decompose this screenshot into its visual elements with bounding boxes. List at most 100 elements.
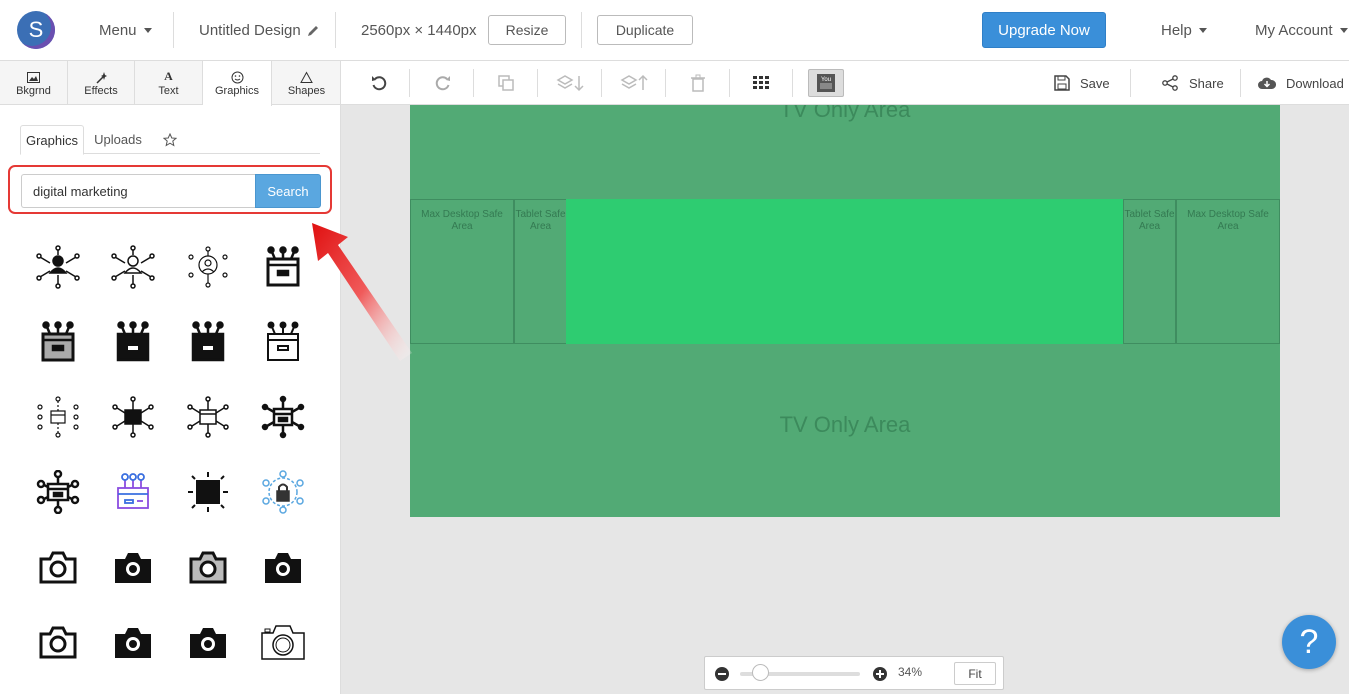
canvas-dimensions: 2560px × 1440px [361, 0, 477, 61]
tv-only-area-bottom-label: TV Only Area [779, 412, 911, 437]
zoom-out-icon[interactable] [715, 667, 729, 681]
resize-button[interactable]: Resize [488, 15, 566, 45]
network-box-circles-icon[interactable] [20, 454, 95, 529]
max-desktop-safe-area-left: Max Desktop Safe Area [410, 199, 514, 344]
search-highlight: Search [8, 165, 332, 214]
tab-effects[interactable]: Effects [68, 61, 135, 105]
app-logo[interactable]: S [17, 11, 55, 49]
safe-area-band: Max Desktop Safe Area Tablet Safe Area T… [410, 199, 1280, 344]
youtube-template-button[interactable]: You [808, 69, 844, 97]
bring-forward-button[interactable] [617, 68, 651, 98]
download-button[interactable]: Download [1258, 61, 1344, 105]
camera-filled-icon[interactable] [95, 529, 170, 604]
save-button[interactable]: Save [1054, 61, 1110, 105]
share-icon [1162, 75, 1178, 91]
camera-outline-icon[interactable] [20, 529, 95, 604]
upgrade-now-button[interactable]: Upgrade Now [982, 12, 1106, 48]
camera-filled-icon[interactable] [245, 529, 320, 604]
help-label: Help [1161, 22, 1192, 39]
divider [409, 69, 410, 97]
tab-bkgrnd[interactable]: Bkgrnd [0, 61, 68, 105]
design-title[interactable]: Untitled Design [199, 0, 320, 61]
divider [581, 12, 582, 48]
subtab-favorites[interactable] [158, 125, 182, 154]
redo-icon [435, 76, 450, 91]
camera-thin-icon[interactable] [245, 604, 320, 679]
image-icon [27, 71, 40, 83]
save-icon [1054, 75, 1070, 91]
canvas-toolbar: You Save Share Download [341, 61, 1349, 105]
tablet-safe-area-right: Tablet Safe Area [1123, 199, 1176, 344]
dimensions-text: 2560px × 1440px [361, 22, 477, 39]
graphics-subtabs: Graphics Uploads [20, 125, 320, 155]
smiley-icon [231, 71, 243, 84]
tool-tabs: Bkgrnd Effects A Text Graphics Shapes [0, 61, 340, 106]
camera-gray-icon[interactable] [170, 529, 245, 604]
tab-text[interactable]: A Text [135, 61, 203, 105]
undo-button[interactable] [362, 68, 396, 98]
download-label: Download [1286, 75, 1344, 91]
network-avatar-icon[interactable] [170, 229, 245, 304]
tab-label: Shapes [287, 84, 326, 97]
copy-button[interactable] [489, 68, 523, 98]
share-button[interactable]: Share [1161, 61, 1224, 105]
network-person-outline-icon[interactable] [95, 229, 170, 304]
design-canvas[interactable]: TV Only Area Max Desktop Safe Area Table… [410, 105, 1280, 517]
camera-filled-icon[interactable] [95, 604, 170, 679]
star-icon [163, 132, 177, 147]
subtab-uploads[interactable]: Uploads [86, 125, 150, 154]
redo-button[interactable] [426, 68, 460, 98]
subtab-graphics[interactable]: Graphics [20, 125, 84, 155]
tab-label: Text [158, 84, 179, 97]
box-sun-icon[interactable] [170, 454, 245, 529]
duplicate-button[interactable]: Duplicate [597, 15, 693, 45]
box-antenna-outline-icon[interactable] [245, 304, 320, 379]
help-dropdown[interactable]: Help [1161, 0, 1207, 61]
help-fab-button[interactable]: ? [1282, 615, 1336, 669]
divider [792, 69, 793, 97]
network-box-filled-icon[interactable] [95, 379, 170, 454]
pencil-icon [307, 25, 318, 36]
chevron-down-icon [1198, 28, 1207, 33]
box-purple-antenna-icon[interactable] [95, 454, 170, 529]
left-panel: Bkgrnd Effects A Text Graphics Shapes Gr… [0, 61, 341, 694]
tab-graphics[interactable]: Graphics [203, 61, 272, 106]
max-desktop-safe-area-right: Max Desktop Safe Area [1176, 199, 1280, 344]
network-box-bold-icon[interactable] [245, 379, 320, 454]
logo-letter: S [28, 17, 44, 42]
save-label: Save [1080, 75, 1110, 91]
zoom-in-icon[interactable] [873, 667, 887, 681]
tab-label: Effects [84, 84, 118, 97]
graphics-search-input[interactable] [21, 174, 257, 208]
send-backward-button[interactable] [553, 68, 587, 98]
chevron-down-icon [1339, 28, 1348, 33]
fit-button[interactable]: Fit [954, 662, 996, 685]
network-box-outline-icon[interactable] [170, 379, 245, 454]
mobile-safe-area [566, 199, 1123, 344]
menu-label: Menu [99, 22, 137, 39]
divider [601, 69, 602, 97]
network-box-dots-icon[interactable] [20, 379, 95, 454]
divider [335, 12, 336, 48]
network-person-icon[interactable] [20, 229, 95, 304]
tab-shapes[interactable]: Shapes [272, 61, 340, 105]
search-button[interactable]: Search [255, 174, 321, 208]
lock-network-icon[interactable] [245, 454, 320, 529]
menu-dropdown[interactable]: Menu [99, 0, 152, 61]
youtube-icon: You [817, 74, 835, 92]
cloud-download-icon [1258, 77, 1276, 89]
top-bar: S Menu Untitled Design 2560px × 1440px R… [0, 0, 1349, 61]
box-antenna-filled-icon[interactable] [95, 304, 170, 379]
camera-filled-icon[interactable] [170, 604, 245, 679]
share-label: Share [1189, 75, 1224, 91]
camera-outline-icon[interactable] [20, 604, 95, 679]
box-antenna-icon[interactable] [245, 229, 320, 304]
box-antenna-gray-icon[interactable] [20, 304, 95, 379]
my-account-dropdown[interactable]: My Account [1255, 0, 1348, 61]
copy-icon [498, 75, 514, 91]
zoom-slider-handle[interactable] [752, 664, 769, 681]
box-antenna-filled-icon[interactable] [170, 304, 245, 379]
delete-button[interactable] [681, 68, 715, 98]
divider [1240, 69, 1241, 97]
grid-button[interactable] [744, 68, 778, 98]
